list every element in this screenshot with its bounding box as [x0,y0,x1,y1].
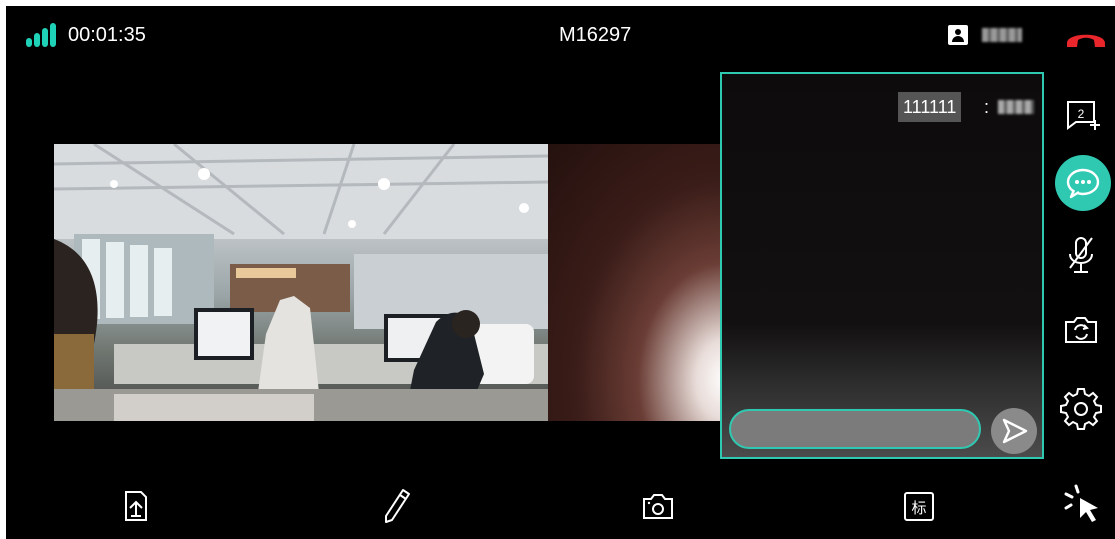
signal-strength-icon [26,23,58,47]
hang-up-button[interactable] [1064,26,1108,48]
snapshot-button[interactable] [636,484,680,528]
send-icon [1002,418,1028,444]
chat-panel: 111111 : [720,72,1044,459]
svg-text:标: 标 [911,499,926,517]
mic-off-icon [1069,237,1093,273]
phone-hangup-icon [1067,34,1105,47]
draw-button[interactable] [374,484,418,528]
call-timer: 00:01:35 [68,24,146,46]
chat-input[interactable] [729,409,981,449]
message-add-icon: 2 [1067,101,1100,130]
pointer-button[interactable] [1054,476,1108,530]
side-toolbar: 2 [1046,66,1115,539]
person-icon [948,25,968,45]
chat-bubble-icon [1055,155,1111,211]
upload-file-icon [125,491,147,521]
send-button[interactable] [991,408,1037,454]
participant-indicator[interactable] [948,24,1038,48]
pencil-icon [385,489,410,523]
svg-text:2: 2 [1078,107,1085,121]
mute-button[interactable] [1054,228,1108,282]
annotate-button[interactable]: 标 [897,484,941,528]
status-bar: 00:01:35 M16297 [6,6,1115,66]
share-file-button[interactable] [114,484,158,528]
gear-icon [1060,388,1102,430]
camera-switch-icon [1065,317,1097,343]
video-feed [54,144,726,421]
settings-button[interactable] [1054,382,1108,436]
participant-name-redacted [982,28,1022,42]
new-chat-button[interactable]: 2 [1054,88,1108,142]
chat-message-separator: : [984,97,990,117]
chat-toggle-button[interactable] [1054,154,1111,211]
switch-camera-button[interactable] [1054,304,1108,358]
office-camera-view [54,144,548,421]
label-icon: 标 [904,492,934,521]
chat-message-text: 111111 [898,92,962,122]
chat-sender-redacted [998,100,1034,114]
bottom-toolbar: 标 [6,476,1046,539]
secondary-camera-view [548,144,726,421]
camera-icon [643,494,673,519]
pointer-click-icon [1064,484,1098,522]
room-id: M16297 [559,24,632,46]
call-screen: 00:01:35 M16297 111111: 2 标 [6,6,1115,539]
